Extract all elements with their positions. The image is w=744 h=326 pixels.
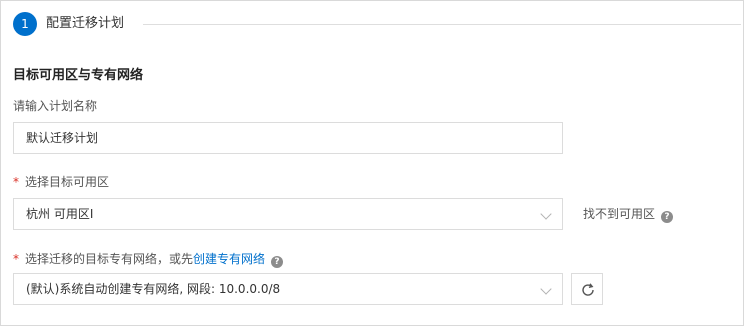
step-header: 1 配置迁移计划 xyxy=(13,12,741,36)
refresh-icon xyxy=(582,283,594,296)
plan-name-input[interactable]: 默认迁移计划 xyxy=(13,122,563,154)
required-mark: * xyxy=(13,252,19,266)
zone-not-found-text: 找不到可用区 xyxy=(583,207,656,221)
create-vpc-link[interactable]: 创建专有网络 xyxy=(193,252,265,266)
zone-not-found[interactable]: 找不到可用区? xyxy=(583,206,674,223)
vpc-label-row: * 选择迁移的目标专有网络，或先创建专有网络? xyxy=(13,251,284,268)
section-title: 目标可用区与专有网络 xyxy=(13,68,144,83)
zone-selected-value: 杭州 可用区I xyxy=(26,207,94,221)
zone-label: 选择目标可用区 xyxy=(25,175,110,189)
question-circle-icon[interactable]: ? xyxy=(661,211,674,223)
zone-label-row: * 选择目标可用区 xyxy=(13,174,109,190)
vpc-label: 选择迁移的目标专有网络，或先 xyxy=(25,252,194,266)
chevron-down-icon xyxy=(540,208,552,220)
required-mark: * xyxy=(13,175,19,189)
chevron-down-icon xyxy=(540,283,552,295)
migration-plan-panel: 1 配置迁移计划 目标可用区与专有网络 请输入计划名称 默认迁移计划 * 选择目标… xyxy=(0,0,744,326)
plan-name-label: 请输入计划名称 xyxy=(13,99,98,113)
step-title: 配置迁移计划 xyxy=(46,16,125,31)
refresh-button[interactable] xyxy=(571,273,603,305)
plan-name-value: 默认迁移计划 xyxy=(26,131,99,145)
step-divider xyxy=(143,24,741,25)
question-circle-icon[interactable]: ? xyxy=(271,256,284,268)
zone-select[interactable]: 杭州 可用区I xyxy=(13,198,563,230)
vpc-select[interactable]: (默认)系统自动创建专有网络, 网段: 10.0.0.0/8 xyxy=(13,273,563,305)
vpc-selected-value: (默认)系统自动创建专有网络, 网段: 10.0.0.0/8 xyxy=(26,282,281,296)
step-number-badge: 1 xyxy=(13,12,37,36)
